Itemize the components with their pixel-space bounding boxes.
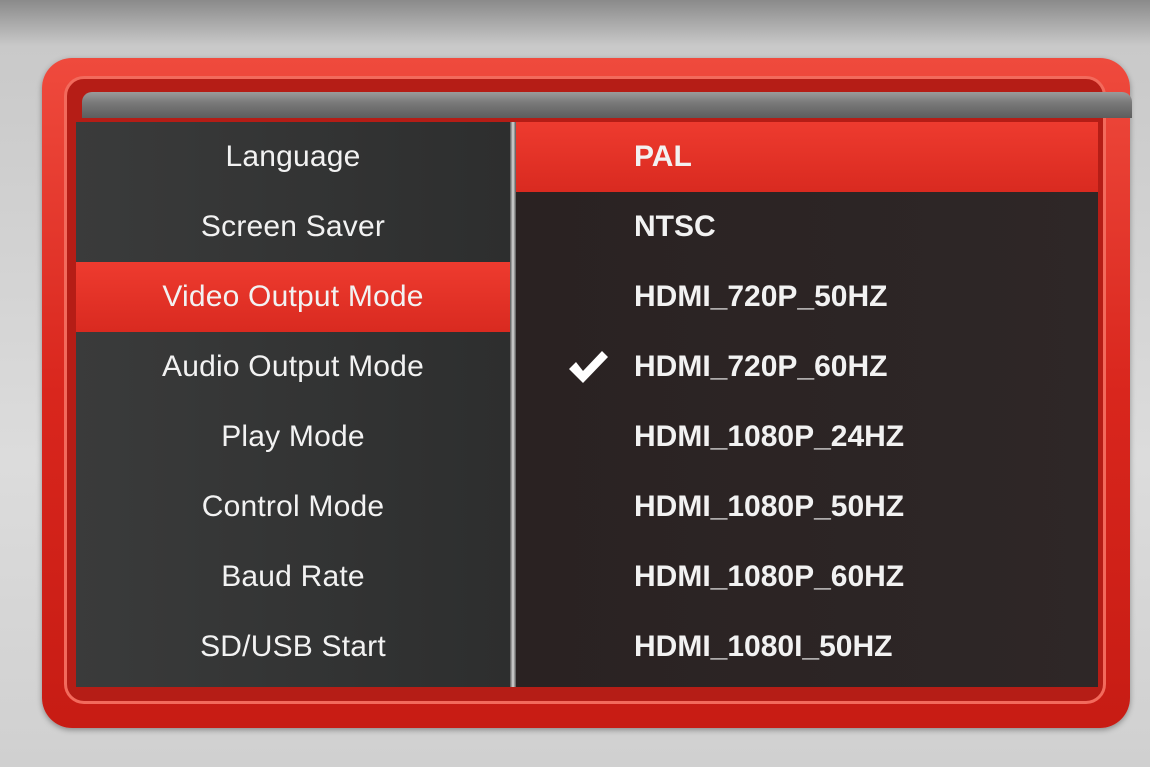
option-label: NTSC — [634, 210, 716, 243]
menu-item-baud-rate[interactable]: Baud Rate — [76, 542, 510, 612]
checkmark-icon — [569, 351, 608, 383]
menu-item-play-mode[interactable]: Play Mode — [76, 402, 510, 472]
option-hdmi-1080p-50hz[interactable]: HDMI_1080P_50HZ — [516, 472, 1098, 542]
menu-item-audio-output-mode[interactable]: Audio Output Mode — [76, 332, 510, 402]
option-label: PAL — [634, 140, 692, 173]
option-ntsc[interactable]: NTSC — [516, 192, 1098, 262]
option-hdmi-720p-60hz[interactable]: HDMI_720P_60HZ — [516, 332, 1098, 402]
option-pal[interactable]: PAL — [516, 122, 1098, 192]
menu-item-language[interactable]: Language — [76, 122, 510, 192]
menu-title-bar — [82, 92, 1132, 118]
menu-item-screen-saver[interactable]: Screen Saver — [76, 192, 510, 262]
option-label: HDMI_720P_60HZ — [634, 350, 888, 383]
option-hdmi-1080i-50hz[interactable]: HDMI_1080I_50HZ — [516, 612, 1098, 682]
menu-frame: Language Screen Saver Video Output Mode … — [42, 58, 1132, 728]
video-output-option-list: PAL NTSC HDMI_720P_50HZ HDMI_720P_60HZ H… — [516, 122, 1098, 687]
settings-category-list: Language Screen Saver Video Output Mode … — [76, 122, 510, 687]
option-label: HDMI_1080P_60HZ — [634, 560, 905, 593]
option-label: HDMI_720P_50HZ — [634, 280, 888, 313]
option-hdmi-1080p-24hz[interactable]: HDMI_1080P_24HZ — [516, 402, 1098, 472]
option-label: HDMI_1080I_50HZ — [634, 630, 893, 663]
option-label: HDMI_1080P_50HZ — [634, 490, 905, 523]
menu-item-video-output-mode[interactable]: Video Output Mode — [76, 262, 510, 332]
option-label: HDMI_1080P_24HZ — [634, 420, 905, 453]
option-hdmi-1080p-60hz[interactable]: HDMI_1080P_60HZ — [516, 542, 1098, 612]
menu-item-sd-usb-start[interactable]: SD/USB Start — [76, 612, 510, 682]
menu-item-control-mode[interactable]: Control Mode — [76, 472, 510, 542]
option-hdmi-720p-50hz[interactable]: HDMI_720P_50HZ — [516, 262, 1098, 332]
